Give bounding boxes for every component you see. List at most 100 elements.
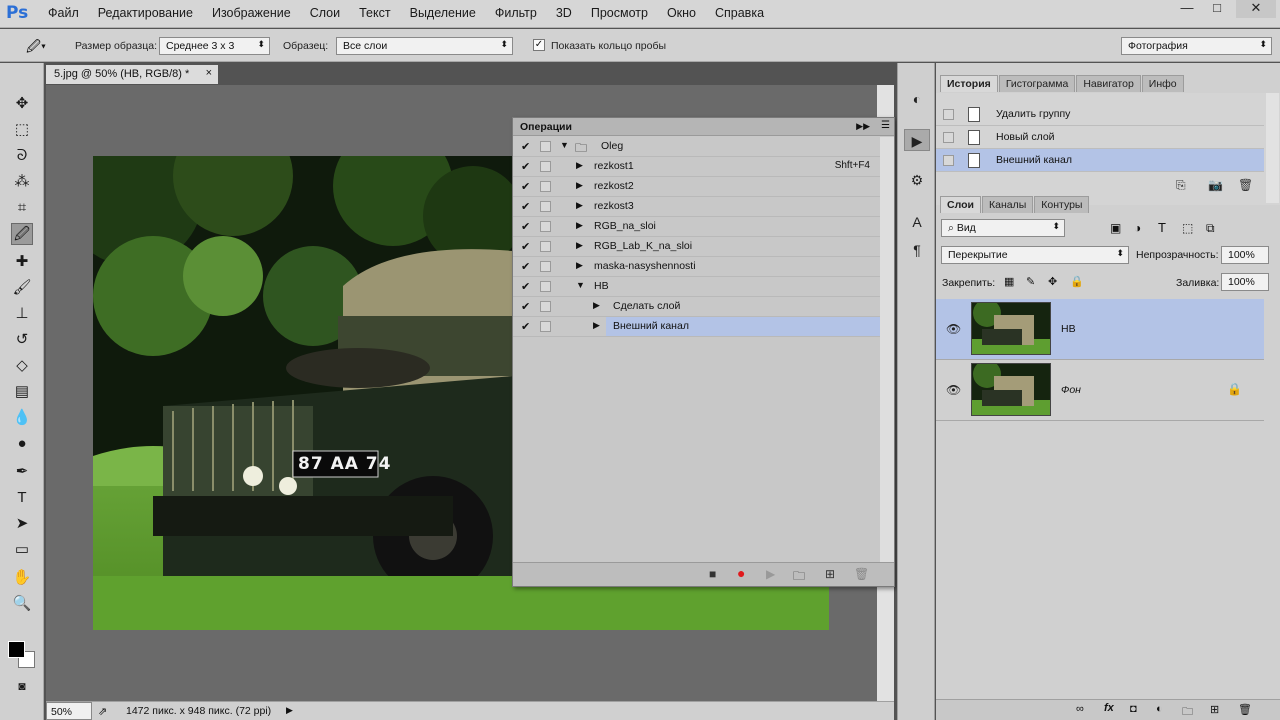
- expanded-triangle-icon[interactable]: ▼: [560, 140, 569, 150]
- delete-icon[interactable]: 🗑: [854, 567, 869, 581]
- action-row[interactable]: ✔ ▼ HB: [513, 277, 880, 297]
- dialog-toggle-box[interactable]: [540, 241, 551, 252]
- smart-filter-icon[interactable]: ⧉: [1206, 221, 1215, 236]
- pen-icon[interactable]: ✒: [11, 461, 33, 483]
- checkmark-icon[interactable]: ✔: [521, 260, 533, 273]
- action-row[interactable]: ✔ ▶ Внешний канал: [513, 317, 880, 337]
- shape-icon[interactable]: ▭: [11, 539, 33, 561]
- zoom-icon[interactable]: 🔍: [11, 593, 33, 615]
- pixel-filter-icon[interactable]: ▣: [1110, 221, 1121, 235]
- dialog-toggle-box[interactable]: [540, 321, 551, 332]
- action-row[interactable]: ✔ ▶ maska-nasyshennosti: [513, 257, 880, 277]
- lock-all-icon[interactable]: 🔒: [1070, 275, 1084, 288]
- adjustment-layer-icon[interactable]: ◐: [1156, 703, 1163, 715]
- sample-size-select[interactable]: Среднее 3 x 3 ⬍: [159, 37, 270, 55]
- type-filter-icon[interactable]: T: [1158, 220, 1166, 235]
- menu-item[interactable]: Слои: [310, 6, 340, 20]
- tab-layers-0[interactable]: Слои: [940, 196, 981, 213]
- delete-layer-icon[interactable]: 🗑: [1238, 703, 1252, 716]
- actions-play-icon[interactable]: ▶: [904, 129, 930, 151]
- export-icon[interactable]: ⇗: [98, 705, 107, 718]
- panel-menu-icon[interactable]: ☰: [881, 120, 890, 131]
- visibility-eye-icon[interactable]: 👁: [946, 383, 961, 397]
- new-document-from-state-icon[interactable]: ⎘: [1176, 178, 1186, 193]
- play-icon[interactable]: ▶: [766, 567, 775, 581]
- collapsed-triangle-icon[interactable]: ▶: [593, 300, 600, 311]
- new-set-icon[interactable]: 🗀: [793, 567, 805, 588]
- delete-state-icon[interactable]: 🗑: [1238, 178, 1253, 192]
- quick-select-icon[interactable]: ⁂: [11, 171, 33, 193]
- layer-filter-select[interactable]: ⌕ Вид ⬍: [941, 219, 1065, 237]
- history-state[interactable]: Удалить группу: [936, 103, 1264, 126]
- eyedropper-icon[interactable]: 🖉: [11, 223, 33, 245]
- collapse-icon[interactable]: ▶▶: [856, 121, 870, 132]
- action-row[interactable]: ✔ ▶ RGB_na_sloi: [513, 217, 880, 237]
- checkmark-icon[interactable]: ✔: [521, 140, 533, 153]
- fx-icon[interactable]: fx: [1104, 702, 1114, 714]
- path-select-icon[interactable]: ➤: [11, 513, 33, 535]
- lock-pixels-icon[interactable]: ✎: [1026, 275, 1035, 288]
- menu-item[interactable]: Файл: [48, 6, 79, 20]
- tab-layers-2[interactable]: Контуры: [1034, 196, 1090, 213]
- eyedropper-preset-icon[interactable]: 🖉▾: [26, 36, 56, 54]
- document-tab[interactable]: 5.jpg @ 50% (HB, RGB/8) * ×: [46, 65, 218, 84]
- quick-mask-icon[interactable]: ◙: [11, 675, 33, 697]
- actions-scrollbar[interactable]: [880, 137, 894, 562]
- history-state[interactable]: Внешний канал: [936, 149, 1264, 172]
- info-menu-arrow-icon[interactable]: ▶: [286, 705, 293, 716]
- history-source-box[interactable]: [943, 155, 954, 166]
- blend-mode-select[interactable]: Перекрытие ⬍: [941, 246, 1129, 264]
- lock-position-icon[interactable]: ✥: [1048, 275, 1057, 288]
- checkmark-icon[interactable]: ✔: [521, 160, 533, 173]
- crop-icon[interactable]: ⌗: [11, 197, 33, 219]
- new-group-icon[interactable]: 🗀: [1182, 703, 1193, 720]
- tab-history-3[interactable]: Инфо: [1141, 75, 1184, 92]
- maximize-button[interactable]: □: [1202, 0, 1232, 18]
- tab-history-2[interactable]: Навигатор: [1076, 75, 1141, 92]
- move-icon[interactable]: ✥: [11, 93, 33, 115]
- collapsed-triangle-icon[interactable]: ▶: [593, 320, 600, 331]
- dialog-toggle-box[interactable]: [540, 261, 551, 272]
- tab-layers-1[interactable]: Каналы: [981, 196, 1034, 213]
- close-button[interactable]: ✕: [1236, 0, 1276, 18]
- add-mask-icon[interactable]: ◘: [1130, 703, 1137, 715]
- menu-item[interactable]: Просмотр: [591, 6, 648, 20]
- history-source-box[interactable]: [943, 109, 954, 120]
- tab-history-1[interactable]: Гистограмма: [998, 75, 1076, 92]
- dialog-toggle-box[interactable]: [540, 221, 551, 232]
- dialog-toggle-box[interactable]: [540, 301, 551, 312]
- show-ring-checkbox[interactable]: ✓: [533, 39, 545, 51]
- checkmark-icon[interactable]: ✔: [521, 280, 533, 293]
- healing-icon[interactable]: ✚: [11, 251, 33, 273]
- dialog-toggle-box[interactable]: [540, 161, 551, 172]
- close-tab-icon[interactable]: ×: [206, 67, 212, 79]
- checkmark-icon[interactable]: ✔: [521, 200, 533, 213]
- dialog-toggle-box[interactable]: [540, 181, 551, 192]
- layer-row[interactable]: 👁 HB: [936, 299, 1264, 360]
- history-scrollbar[interactable]: [1266, 93, 1279, 203]
- fill-field[interactable]: 100%: [1221, 273, 1269, 291]
- paragraph-icon[interactable]: ¶: [904, 239, 930, 261]
- workspace-select[interactable]: Фотография ⬍: [1121, 37, 1272, 55]
- properties-icon[interactable]: ⚙: [904, 169, 930, 191]
- adjustment-filter-icon[interactable]: ◑: [1134, 221, 1141, 235]
- menu-item[interactable]: Фильтр: [495, 6, 537, 20]
- marquee-icon[interactable]: ⬚: [11, 119, 33, 141]
- action-row[interactable]: ✔ ▼ 🗀 Oleg: [513, 137, 880, 157]
- menu-item[interactable]: Справка: [715, 6, 764, 20]
- lock-transparency-icon[interactable]: ▦: [1004, 275, 1014, 288]
- collapsed-triangle-icon[interactable]: ▶: [576, 240, 583, 251]
- layer-row[interactable]: 👁 Фон 🔒: [936, 360, 1264, 421]
- zoom-field[interactable]: 50%: [46, 702, 92, 720]
- eraser-icon[interactable]: ◇: [11, 355, 33, 377]
- character-icon[interactable]: A: [904, 211, 930, 233]
- checkmark-icon[interactable]: ✔: [521, 180, 533, 193]
- checkmark-icon[interactable]: ✔: [521, 220, 533, 233]
- collapsed-triangle-icon[interactable]: ▶: [576, 160, 583, 171]
- action-row[interactable]: ✔ ▶ RGB_Lab_K_na_sloi: [513, 237, 880, 257]
- record-icon[interactable]: ●: [737, 565, 745, 581]
- actions-panel-header[interactable]: Операции ▶▶ ☰: [513, 118, 894, 136]
- new-action-icon[interactable]: ⊞: [825, 567, 835, 581]
- stop-icon[interactable]: ■: [709, 567, 716, 581]
- adjustments-icon[interactable]: ◐: [904, 88, 930, 110]
